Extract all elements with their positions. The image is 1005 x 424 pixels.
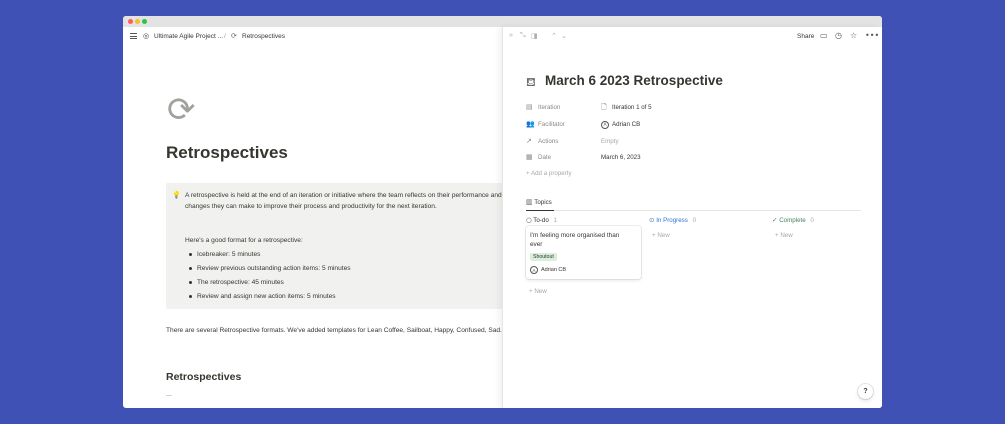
view-tabs: ▥ Topics xyxy=(526,197,861,211)
close-peek-icon[interactable]: » xyxy=(509,32,513,39)
calendar-icon: ▤ xyxy=(526,103,533,111)
expand-icon[interactable]: ⤡ xyxy=(520,32,526,40)
chevron-down-icon[interactable]: ⌄ xyxy=(561,32,567,40)
circle-icon: ○ xyxy=(526,216,532,224)
workspace-icon: ◎ xyxy=(143,33,150,40)
column-count: 0 xyxy=(692,217,697,224)
property-label: Actions xyxy=(538,138,559,145)
new-card-button-complete[interactable]: + New xyxy=(775,232,793,239)
breadcrumb: ◎ Ultimate Agile Project ... / ⟳ Retrosp… xyxy=(123,27,503,47)
breadcrumb-page[interactable]: Retrospectives xyxy=(242,33,285,40)
progress-circle-icon: ⊙ xyxy=(649,216,655,224)
property-label: Iteration xyxy=(538,104,561,111)
page-content: ⟳ Retrospectives 💡 A retrospective is he… xyxy=(123,47,503,408)
card-tag: Shoutout xyxy=(530,253,557,261)
chevron-up-icon[interactable]: ⌃ xyxy=(551,32,557,40)
section-ellipsis: ... xyxy=(166,391,172,398)
column-count: 0 xyxy=(810,217,814,224)
callout-format-intro: Here's a good format for a retrospective… xyxy=(185,237,303,244)
callout-paragraph: A retrospective is held at the end of an… xyxy=(185,192,503,210)
comment-icon[interactable]: ▭ xyxy=(820,31,828,40)
property-label: Date xyxy=(538,154,552,161)
column-label: To-do xyxy=(533,217,549,224)
tab-topics[interactable]: ▥ Topics xyxy=(526,197,554,211)
property-value[interactable]: Iteration 1 of 5 xyxy=(612,104,652,111)
add-property-button[interactable]: + Add a property xyxy=(526,170,572,177)
list-item: Review and assign new action items: 5 mi… xyxy=(185,291,351,305)
app-window: ◎ Ultimate Agile Project ... / ⟳ Retrosp… xyxy=(123,16,882,408)
list-item: Icebreaker: 5 minutes xyxy=(185,249,351,263)
property-value[interactable]: Empty xyxy=(601,138,619,145)
avatar-initial: A xyxy=(601,121,609,129)
property-date[interactable]: ▦ Date March 6, 2023 xyxy=(526,153,866,165)
window-titlebar xyxy=(123,16,882,27)
new-card-button-in-progress[interactable]: + New xyxy=(652,232,670,239)
maximize-window-button[interactable] xyxy=(142,19,147,24)
avatar: A xyxy=(530,266,538,274)
board-icon: ▥ xyxy=(526,198,533,206)
formats-paragraph: There are several Retrospective formats.… xyxy=(166,327,502,334)
refresh-icon: ⟳ xyxy=(231,33,237,40)
property-iteration[interactable]: ▤ Iteration 🗋 Iteration 1 of 5 xyxy=(526,103,866,115)
column-complete[interactable]: ✓ Complete 0 xyxy=(772,216,814,224)
property-value[interactable]: Adrian CB xyxy=(612,121,640,128)
lightbulb-icon: 💡 xyxy=(172,192,181,199)
record-title[interactable]: March 6 2023 Retrospective xyxy=(545,73,723,88)
clock-icon[interactable]: ◷ xyxy=(835,31,842,40)
view-mode-icon[interactable]: ◨ xyxy=(531,32,538,40)
property-actions[interactable]: ↗ Actions Empty xyxy=(526,137,866,149)
help-button[interactable]: ? xyxy=(858,384,873,399)
property-label: Facilitator xyxy=(538,121,565,128)
people-icon: 👥 xyxy=(526,120,535,128)
property-value[interactable]: March 6, 2023 xyxy=(601,154,641,161)
avatar: A xyxy=(601,120,609,129)
card-title: I'm feeling more organised than ever xyxy=(530,232,620,248)
column-label: In Progress xyxy=(656,217,688,224)
column-count: 1 xyxy=(553,217,557,224)
share-button[interactable]: Share xyxy=(797,33,814,40)
page-title[interactable]: Retrospectives xyxy=(166,143,288,163)
breadcrumb-separator: / xyxy=(224,33,226,40)
sidebar-menu-icon[interactable] xyxy=(130,33,137,39)
check-circle-icon: ✓ xyxy=(772,216,778,224)
panel-topbar: » ⤡ ◨ ⌃ ⌄ Share ▭ ◷ ☆ ••• xyxy=(503,27,882,47)
side-peek-panel: » ⤡ ◨ ⌃ ⌄ Share ▭ ◷ ☆ ••• ⛾ March 6 2023… xyxy=(502,27,882,408)
tab-label: Topics xyxy=(534,199,552,206)
column-label: Complete xyxy=(779,217,806,224)
coffee-cup-icon[interactable]: ⛾ xyxy=(526,75,536,91)
arrow-up-right-icon: ↗ xyxy=(526,137,532,145)
calendar-icon: ▦ xyxy=(526,153,533,161)
column-in-progress[interactable]: ⊙ In Progress 0 xyxy=(649,216,696,224)
page-icon: 🗋 xyxy=(601,103,607,111)
star-icon[interactable]: ☆ xyxy=(850,31,857,40)
breadcrumb-workspace[interactable]: Ultimate Agile Project ... xyxy=(154,33,223,40)
format-list: Icebreaker: 5 minutes Review previous ou… xyxy=(185,249,351,305)
new-card-button-todo[interactable]: + New xyxy=(529,288,547,295)
list-item: Review previous outstanding action items… xyxy=(185,263,351,277)
card-person: Adrian CB xyxy=(541,267,567,273)
callout-block: 💡 A retrospective is held at the end of … xyxy=(166,183,503,309)
minimize-window-button[interactable] xyxy=(135,19,140,24)
board-card[interactable]: I'm feeling more organised than ever Sho… xyxy=(526,226,641,279)
close-window-button[interactable] xyxy=(128,19,133,24)
column-todo[interactable]: ○ To-do 1 xyxy=(526,216,557,224)
list-item: The retrospective: 45 minutes xyxy=(185,277,351,291)
property-facilitator[interactable]: 👥 Facilitator A Adrian CB xyxy=(526,120,866,132)
page-refresh-icon[interactable]: ⟳ xyxy=(167,90,196,130)
section-heading: Retrospectives xyxy=(166,371,242,383)
more-icon[interactable]: ••• xyxy=(865,31,879,40)
